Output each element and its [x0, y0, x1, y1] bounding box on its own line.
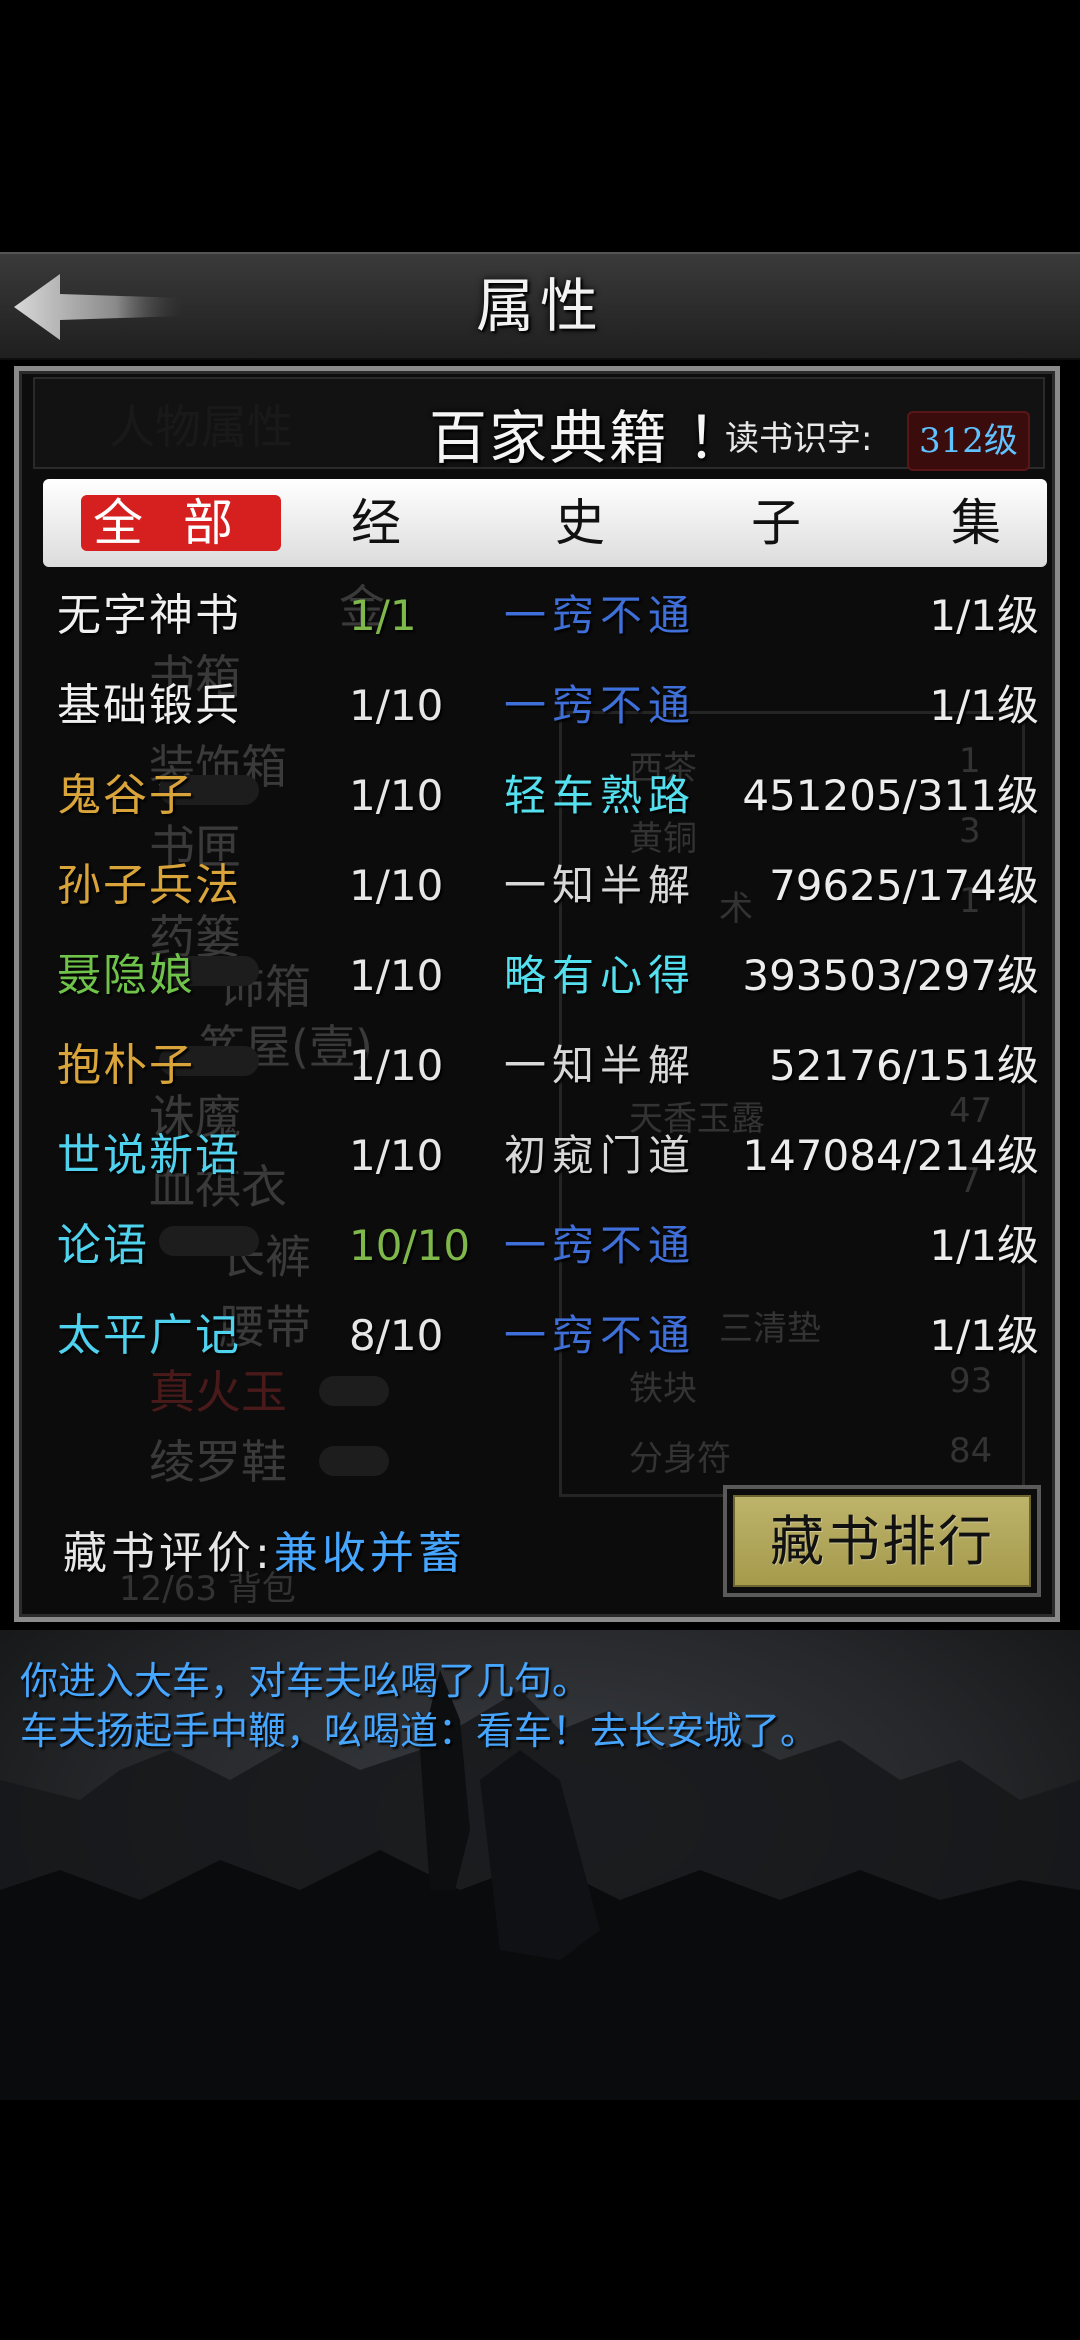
- tab-all[interactable]: 全部: [81, 495, 281, 551]
- book-name: 太平广记: [57, 1310, 241, 1361]
- book-progress: 1/10: [349, 951, 444, 1000]
- page-title: 属性: [475, 272, 604, 340]
- book-name: 无字神书: [57, 590, 241, 641]
- tab-ji[interactable]: 集: [951, 479, 1007, 567]
- book-progress: 8/10: [349, 1311, 444, 1360]
- book-level: 1/1级: [929, 591, 1039, 640]
- panel-title: 百家典籍！: [429, 393, 747, 483]
- book-progress: 1/10: [349, 681, 444, 730]
- reading-skill-level: 312级: [907, 411, 1030, 471]
- book-row[interactable]: 抱朴子 1/10 一知半解 52176/151级: [19, 1021, 1055, 1111]
- tab-shi[interactable]: 史: [555, 479, 611, 567]
- book-level: 1/1级: [929, 1311, 1039, 1360]
- book-status: 一窍不通: [504, 1221, 697, 1270]
- book-level: 451205/311级: [742, 771, 1039, 820]
- book-name: 基础锻兵: [57, 680, 241, 731]
- collection-rating-label: 藏书评价:: [63, 1528, 274, 1579]
- collection-rank-label: 藏书排行: [733, 1495, 1031, 1587]
- ghost-text: 84: [949, 1431, 993, 1471]
- book-row[interactable]: 聂隐娘 1/10 略有心得 393503/297级: [19, 931, 1055, 1021]
- book-status: 轻车熟路: [504, 771, 697, 820]
- book-progress: 1/10: [349, 1041, 444, 1090]
- book-name: 聂隐娘: [57, 950, 195, 1001]
- book-level: 393503/297级: [742, 951, 1039, 1000]
- log-line: 你进入大车，对车夫吆喝了几句。: [20, 1659, 591, 1703]
- book-level: 1/1级: [929, 681, 1039, 730]
- category-tabs: 全部 经 史 子 集: [43, 479, 1047, 567]
- book-progress: 1/10: [349, 861, 444, 910]
- book-row[interactable]: 基础锻兵 1/10 一窍不通 1/1级: [19, 661, 1055, 751]
- book-row[interactable]: 孙子兵法 1/10 一知半解 79625/174级: [19, 841, 1055, 931]
- book-status: 一知半解: [504, 1041, 697, 1090]
- book-level: 52176/151级: [769, 1041, 1039, 1090]
- book-panel: 人物属性 金 书箱 装饰箱 书匣 药篓 饰箱 笈屋(壹) 诛魔 血祺衣 长裤 腰…: [14, 366, 1060, 1622]
- tab-jing[interactable]: 经: [351, 479, 407, 567]
- book-level: 79625/174级: [769, 861, 1039, 910]
- tab-zi[interactable]: 子: [751, 479, 807, 567]
- ghost-pill: [319, 1446, 389, 1476]
- book-level: 147084/214级: [742, 1131, 1039, 1180]
- book-row[interactable]: 论语 10/10 一窍不通 1/1级: [19, 1201, 1055, 1291]
- screen: 属性 人物属性 金 书箱 装饰箱 书匣 药篓 饰箱 笈屋(壹) 诛魔 血祺衣 长…: [0, 0, 1080, 2340]
- book-level: 1/1级: [929, 1221, 1039, 1270]
- book-row[interactable]: 太平广记 8/10 一窍不通 1/1级: [19, 1291, 1055, 1381]
- book-status: 一知半解: [504, 861, 697, 910]
- log-line: 车夫扬起手中鞭，吆喝道：看车！去长安城了。: [20, 1709, 819, 1753]
- collection-rank-button[interactable]: 藏书排行: [723, 1485, 1041, 1597]
- book-name: 抱朴子: [57, 1040, 195, 1091]
- book-name: 论语: [57, 1220, 149, 1271]
- collection-rating-value: 兼收并蓄: [273, 1528, 466, 1579]
- book-row[interactable]: 世说新语 1/10 初窥门道 147084/214级: [19, 1111, 1055, 1201]
- book-progress: 1/10: [349, 771, 444, 820]
- ghost-text: 分身符: [629, 1439, 731, 1479]
- book-row[interactable]: 无字神书 1/1 一窍不通 1/1级: [19, 571, 1055, 661]
- header-bar: 属性: [0, 252, 1080, 360]
- book-status: 一窍不通: [504, 1311, 697, 1360]
- book-status: 略有心得: [504, 951, 697, 1000]
- book-name: 鬼谷子: [57, 770, 195, 821]
- book-progress: 10/10: [349, 1221, 471, 1270]
- book-name: 孙子兵法: [57, 860, 241, 911]
- book-progress: 1/10: [349, 1131, 444, 1180]
- book-name: 世说新语: [57, 1130, 241, 1181]
- panel-title-text: 百家典籍: [429, 404, 670, 472]
- book-status: 一窍不通: [504, 681, 697, 730]
- book-status: 初窥门道: [504, 1131, 697, 1180]
- message-log: 你进入大车，对车夫吆喝了几句。 车夫扬起手中鞭，吆喝道：看车！去长安城了。: [0, 1630, 1080, 2100]
- book-status: 一窍不通: [504, 591, 697, 640]
- ghost-text: 绫罗鞋: [149, 1435, 287, 1489]
- collection-rating: 藏书评价:兼收并蓄: [63, 1519, 466, 1589]
- reading-skill-label: 读书识字:: [725, 419, 873, 459]
- book-progress: 1/1: [349, 591, 417, 640]
- book-row[interactable]: 鬼谷子 1/10 轻车熟路 451205/311级: [19, 751, 1055, 841]
